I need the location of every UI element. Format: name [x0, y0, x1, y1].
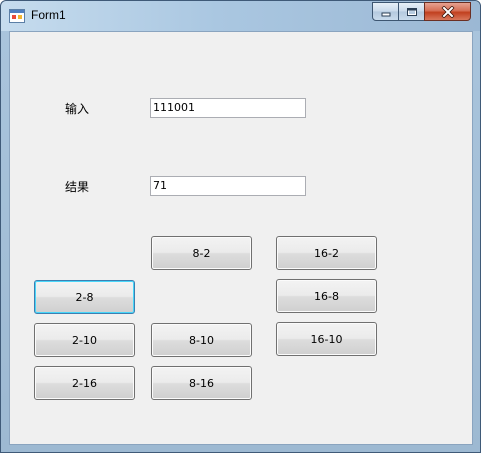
convert-8-to-2-button[interactable]: 8-2 [151, 236, 252, 270]
form-app-icon [9, 9, 25, 23]
convert-16-to-8-button[interactable]: 16-8 [276, 279, 377, 313]
result-label: 结果 [65, 180, 90, 194]
minimize-button[interactable] [372, 2, 399, 21]
convert-8-to-16-button[interactable]: 8-16 [151, 366, 252, 400]
minimize-icon [381, 12, 390, 16]
result-field[interactable]: 71 [150, 176, 306, 196]
convert-2-to-16-button[interactable]: 2-16 [34, 366, 135, 400]
convert-2-to-10-button[interactable]: 2-10 [34, 323, 135, 357]
convert-16-to-10-button[interactable]: 16-10 [276, 322, 377, 356]
input-field[interactable]: 111001 [150, 98, 306, 118]
title-bar[interactable]: Form1 [1, 1, 480, 31]
app-window: Form1 输入 111001 结果 71 8-2 16-2 2-8 16-8 … [0, 0, 481, 453]
maximize-icon [406, 7, 417, 16]
convert-16-to-2-button[interactable]: 16-2 [276, 236, 377, 270]
maximize-button[interactable] [398, 2, 425, 21]
close-icon [441, 5, 454, 18]
close-button[interactable] [424, 2, 471, 21]
form-client-area: 输入 111001 结果 71 8-2 16-2 2-8 16-8 2-10 8… [9, 31, 473, 445]
convert-2-to-8-button[interactable]: 2-8 [34, 280, 135, 314]
convert-8-to-10-button[interactable]: 8-10 [151, 323, 252, 357]
window-title: Form1 [31, 8, 66, 22]
input-label: 输入 [65, 102, 90, 116]
